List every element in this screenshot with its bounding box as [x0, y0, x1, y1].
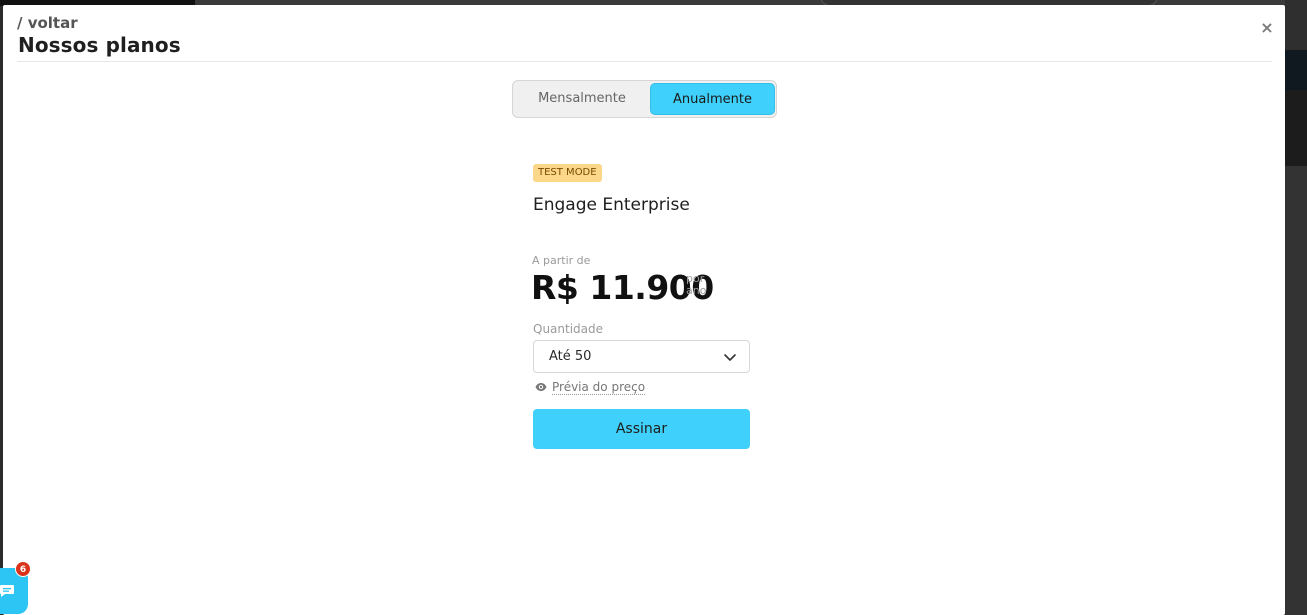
chat-unread-badge: 6: [15, 561, 31, 577]
quantity-select[interactable]: Até 50: [533, 340, 750, 373]
page-title: Nossos planos: [18, 33, 181, 57]
background-panel: [1285, 0, 1307, 50]
toggle-annually[interactable]: Anualmente: [650, 83, 775, 115]
test-mode-badge: TEST MODE: [533, 164, 602, 182]
back-link[interactable]: / voltar: [17, 14, 78, 32]
chevron-down-icon: [724, 354, 736, 361]
price-preview-label: Prévia do preço: [552, 380, 646, 395]
price-from-label: A partir de: [532, 254, 591, 267]
modal-header: / voltar Nossos planos ×: [17, 14, 1275, 62]
background-panel-section: [1285, 90, 1307, 166]
quantity-label: Quantidade: [533, 322, 604, 336]
toggle-monthly[interactable]: Mensalmente: [515, 83, 649, 115]
plan-name: Engage Enterprise: [533, 195, 690, 215]
eye-icon: [535, 383, 547, 391]
billing-period-toggle: Mensalmente Anualmente: [512, 80, 777, 118]
plans-modal: / voltar Nossos planos × Mensalmente Anu…: [3, 5, 1285, 615]
chat-icon: [0, 585, 14, 597]
quantity-select-value: Até 50: [549, 349, 592, 364]
close-icon[interactable]: ×: [1259, 20, 1275, 36]
background-panel-body: [1285, 166, 1307, 615]
price-period: por ano: [686, 273, 716, 297]
background-panel-header: [1285, 50, 1307, 90]
price-period-line2: ano: [686, 284, 707, 297]
subscribe-button[interactable]: Assinar: [533, 409, 750, 449]
